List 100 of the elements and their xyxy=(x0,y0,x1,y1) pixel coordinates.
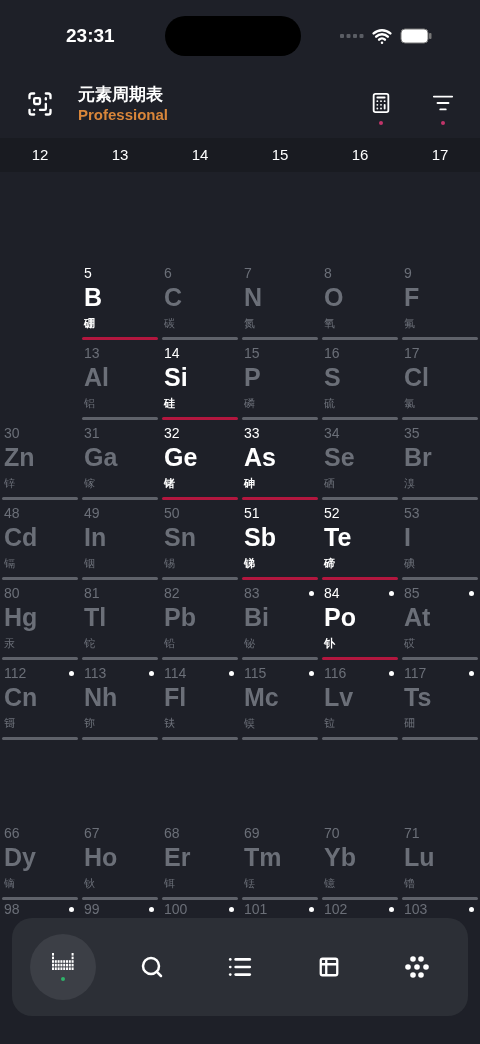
atomic-number: 102 xyxy=(324,902,348,916)
element-symbol[interactable]: F xyxy=(404,282,478,312)
atomic-number: 49 xyxy=(84,503,100,523)
element-symbol[interactable]: Si xyxy=(164,362,238,392)
element-name: 铟 xyxy=(84,556,96,570)
element-symbol[interactable]: Ga xyxy=(84,442,158,472)
element-symbol[interactable]: N xyxy=(244,282,318,312)
element-name: 𫓧 xyxy=(164,716,176,730)
element-symbol[interactable]: Ts xyxy=(404,682,478,712)
element-name: 钬 xyxy=(84,876,96,890)
atomic-number: 98 xyxy=(4,902,20,916)
element-symbol[interactable]: O xyxy=(324,282,398,312)
atomic-number: 17 xyxy=(404,343,420,363)
element-symbol[interactable]: Mc xyxy=(244,682,318,712)
element-name: 硅 xyxy=(164,396,176,410)
atomic-number: 16 xyxy=(324,343,340,363)
element-name: 硫 xyxy=(324,396,336,410)
element-symbol[interactable]: Pb xyxy=(164,602,238,632)
atomic-number: 103 xyxy=(404,902,428,916)
atomic-number: 67 xyxy=(84,823,100,843)
element-symbol[interactable]: Lv xyxy=(324,682,398,712)
element-symbol[interactable]: Cn xyxy=(4,682,78,712)
atomic-number: 35 xyxy=(404,423,420,443)
atomic-number: 70 xyxy=(324,823,340,843)
app-title: 元素周期表 xyxy=(78,84,164,106)
element-symbol[interactable]: Yb xyxy=(324,842,398,872)
element-name: 氟 xyxy=(404,316,416,330)
element-symbol[interactable]: Sn xyxy=(164,522,238,552)
atomic-number: 33 xyxy=(244,423,260,443)
atomic-number: 51 xyxy=(244,503,260,523)
element-name: 铒 xyxy=(164,876,176,890)
element-symbol[interactable]: Se xyxy=(324,442,398,472)
element-name: 氯 xyxy=(404,396,416,410)
element-symbol[interactable]: Fl xyxy=(164,682,238,712)
element-name: 锗 xyxy=(164,476,176,490)
element-name: 镆 xyxy=(244,716,256,730)
element-name: 铊 xyxy=(84,636,96,650)
element-symbol[interactable]: S xyxy=(324,362,398,392)
element-symbol[interactable]: Tl xyxy=(84,602,158,632)
atomic-number: 114 xyxy=(164,663,187,683)
atomic-number: 101 xyxy=(244,902,268,916)
atomic-number: 14 xyxy=(164,343,180,363)
element-symbol[interactable]: Nh xyxy=(84,682,158,712)
atomic-number: 80 xyxy=(4,583,20,603)
element-name: 铅 xyxy=(164,636,176,650)
atomic-number: 32 xyxy=(164,423,180,443)
element-symbol[interactable]: At xyxy=(404,602,478,632)
element-symbol[interactable]: Br xyxy=(404,442,478,472)
element-name: 硼 xyxy=(84,316,96,330)
element-symbol[interactable]: Dy xyxy=(4,842,78,872)
element-name: 硒 xyxy=(324,476,336,490)
element-symbol[interactable]: Bi xyxy=(244,602,318,632)
atomic-number: 100 xyxy=(164,902,188,916)
element-symbol[interactable]: Er xyxy=(164,842,238,872)
wifi-icon xyxy=(372,26,392,46)
atomic-number: 112 xyxy=(4,663,27,683)
element-symbol[interactable]: Lu xyxy=(404,842,478,872)
element-name: 鿭 xyxy=(84,716,96,730)
element-symbol[interactable]: Tm xyxy=(244,842,318,872)
atomic-number: 68 xyxy=(164,823,180,843)
atomic-number: 8 xyxy=(324,263,332,283)
element-name: 镉 xyxy=(4,556,16,570)
element-symbol[interactable]: Cd xyxy=(4,522,78,552)
element-name: 镝 xyxy=(4,876,16,890)
atomic-number: 84 xyxy=(324,583,340,603)
element-name: 镱 xyxy=(324,876,336,890)
group-number: 12 xyxy=(31,144,49,165)
element-symbol[interactable]: Ge xyxy=(164,442,238,472)
element-symbol[interactable]: In xyxy=(84,522,158,552)
atomic-number: 9 xyxy=(404,263,412,283)
atomic-number: 5 xyxy=(84,263,92,283)
element-symbol[interactable]: Po xyxy=(324,602,398,632)
element-symbol[interactable]: Hg xyxy=(4,602,78,632)
element-symbol[interactable]: I xyxy=(404,522,478,552)
element-symbol[interactable]: P xyxy=(244,362,318,392)
element-symbol[interactable]: C xyxy=(164,282,238,312)
atomic-number: 31 xyxy=(84,423,100,443)
atomic-number: 52 xyxy=(324,503,340,523)
group-number: 13 xyxy=(111,144,129,165)
element-name: 砷 xyxy=(244,476,256,490)
element-symbol[interactable]: Sb xyxy=(244,522,318,552)
element-name: 碳 xyxy=(164,316,176,330)
element-symbol[interactable]: As xyxy=(244,442,318,472)
element-symbol[interactable]: Te xyxy=(324,522,398,552)
element-symbol[interactable]: Ho xyxy=(84,842,158,872)
element-name: 𫟷 xyxy=(324,716,336,730)
qr-scan-icon[interactable] xyxy=(26,90,54,118)
element-name: 氧 xyxy=(324,316,336,330)
element-name: 镓 xyxy=(84,476,96,490)
element-name: 铝 xyxy=(84,396,96,410)
atomic-number: 115 xyxy=(244,663,267,683)
element-symbol[interactable]: Cl xyxy=(404,362,478,392)
element-symbol[interactable]: B xyxy=(84,282,158,312)
element-name: 鿬 xyxy=(404,716,416,730)
atomic-number: 30 xyxy=(4,423,20,443)
element-name: 铥 xyxy=(244,876,256,890)
status-time: 23:31 xyxy=(66,23,115,48)
element-symbol[interactable]: Zn xyxy=(4,442,78,472)
element-symbol[interactable]: Al xyxy=(84,362,158,392)
element-name: 砹 xyxy=(404,636,416,650)
